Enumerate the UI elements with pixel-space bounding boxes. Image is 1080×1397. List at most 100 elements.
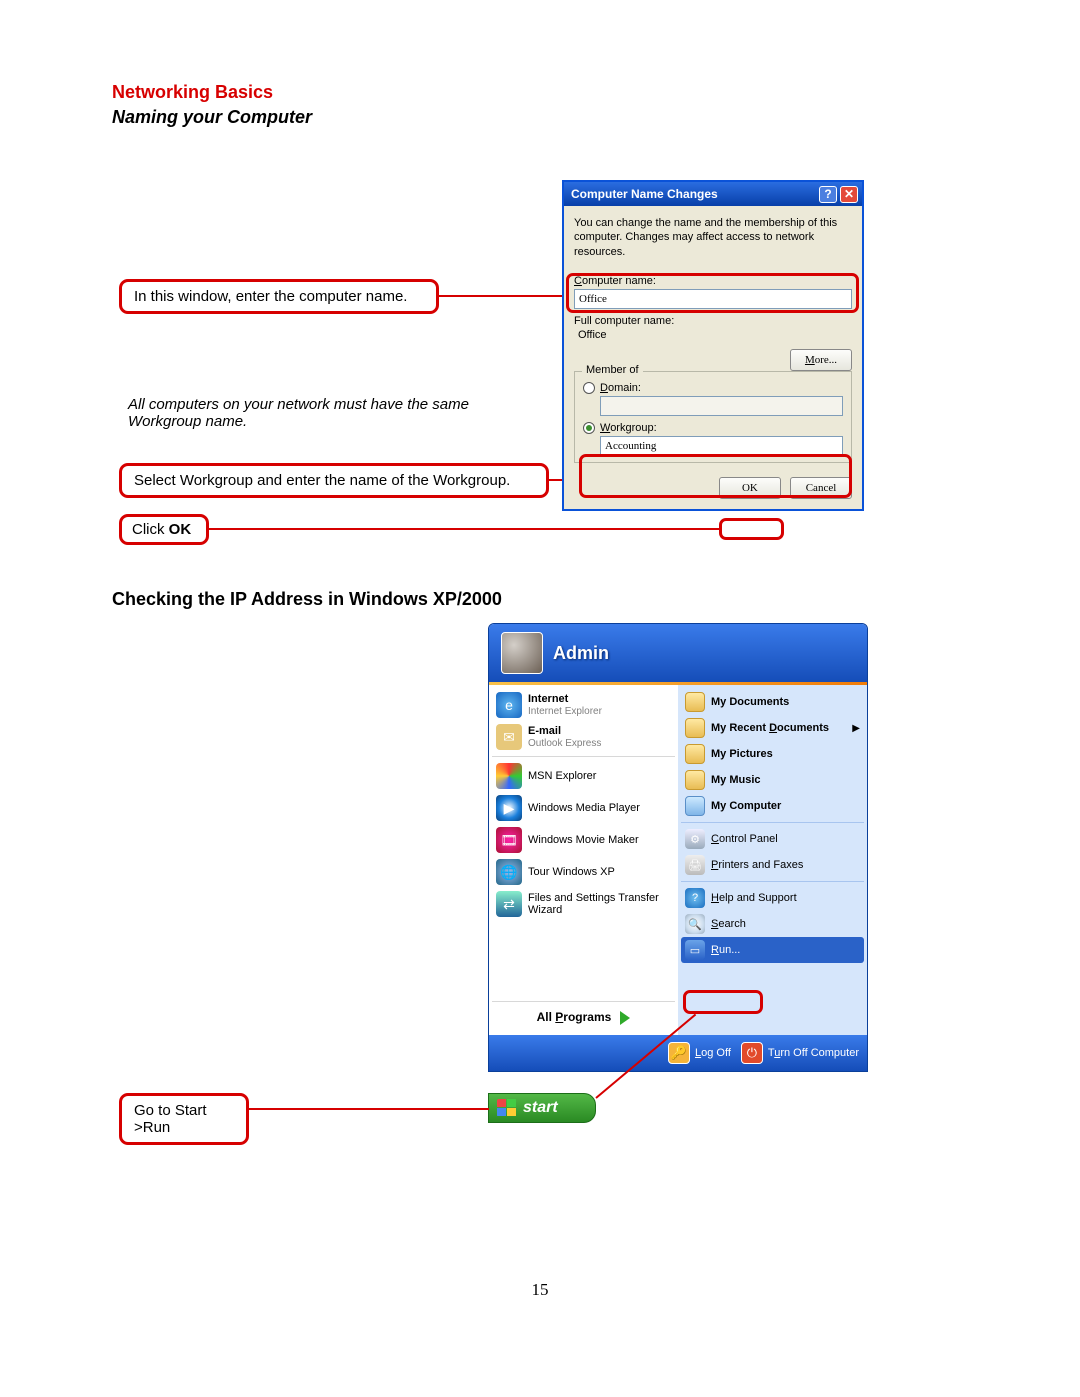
mydocs-label: My Documents <box>711 696 789 708</box>
help-icon[interactable]: ? <box>819 186 837 203</box>
logoff-button[interactable]: 🔑 Log Off <box>668 1042 731 1064</box>
menu-item-printers[interactable]: 🖨 Printers and Faxes <box>681 852 864 878</box>
cpanel-label: Control Panel <box>711 833 778 845</box>
document-page: Networking Basics Naming your Computer <box>112 82 968 128</box>
msn-icon <box>496 763 522 789</box>
highlight-workgroup <box>579 454 852 498</box>
full-computer-name-label: Full computer name: <box>574 315 852 327</box>
dialog-title: Computer Name Changes <box>571 187 718 201</box>
start-button-label: start <box>523 1099 558 1117</box>
dialog-titlebar[interactable]: Computer Name Changes ? ✕ <box>564 182 862 206</box>
fst-label: Files and Settings Transfer Wizard <box>528 892 671 916</box>
menu-item-my-computer[interactable]: My Computer <box>681 793 864 819</box>
section2-heading: Checking the IP Address in Windows XP/20… <box>112 589 502 610</box>
folder-icon <box>685 718 705 738</box>
callout-workgroup: Select Workgroup and enter the name of t… <box>119 463 549 498</box>
windows-flag-icon <box>497 1099 517 1117</box>
full-computer-name-value: Office <box>578 329 852 341</box>
menu-item-msn[interactable]: MSN Explorer <box>492 760 675 792</box>
power-icon: ⏻ <box>741 1042 763 1064</box>
tour-icon: 🌐 <box>496 859 522 885</box>
wmm-label: Windows Movie Maker <box>528 834 639 846</box>
internet-title: Internet <box>528 693 568 705</box>
start-menu-left-column: e InternetInternet Explorer ✉ E-mailOutl… <box>489 685 678 1035</box>
folder-icon <box>685 770 705 790</box>
callout-ok-bold: OK <box>169 521 192 538</box>
start-menu-right-column: My Documents My Recent Documents ▶ My Pi… <box>678 685 867 1035</box>
section-heading: Networking Basics <box>112 82 968 103</box>
folder-icon <box>685 744 705 764</box>
turnoff-button[interactable]: ⏻ Turn Off Computer <box>741 1042 859 1064</box>
email-sub: Outlook Express <box>528 738 601 749</box>
callout-ok-pre: Click <box>132 521 169 538</box>
more-button[interactable]: More... <box>790 349 852 371</box>
workgroup-input[interactable] <box>600 436 843 456</box>
internet-explorer-icon: e <box>496 692 522 718</box>
workgroup-radio[interactable] <box>583 422 595 434</box>
domain-radio[interactable] <box>583 382 595 394</box>
start-button[interactable]: start <box>488 1093 596 1123</box>
menu-item-email[interactable]: ✉ E-mailOutlook Express <box>492 721 675 753</box>
separator <box>681 822 864 823</box>
control-panel-icon: ⚙ <box>685 829 705 849</box>
menu-item-my-documents[interactable]: My Documents <box>681 689 864 715</box>
mymusic-label: My Music <box>711 774 761 786</box>
domain-input <box>600 396 843 416</box>
internet-sub: Internet Explorer <box>528 706 602 717</box>
menu-item-internet[interactable]: e InternetInternet Explorer <box>492 689 675 721</box>
run-icon: ▭ <box>685 940 705 960</box>
callout-start-run: Go to Start >Run <box>119 1093 249 1145</box>
connector-c3 <box>209 528 719 530</box>
search-icon: 🔍 <box>685 914 705 934</box>
connector-c1 <box>439 295 565 297</box>
highlight-computer-name <box>566 273 859 313</box>
section-subtitle: Naming your Computer <box>112 107 968 128</box>
computer-icon <box>685 796 705 816</box>
user-name: Admin <box>553 643 609 664</box>
search-label: Search <box>711 918 746 930</box>
menu-item-wmp[interactable]: ▶ Windows Media Player <box>492 792 675 824</box>
mypics-label: My Pictures <box>711 748 773 760</box>
wmp-label: Windows Media Player <box>528 802 640 814</box>
chevron-right-icon <box>620 1011 630 1025</box>
callout-ok: Click OK <box>119 514 209 545</box>
domain-label: Domain: <box>600 382 641 394</box>
start-menu-footer: 🔑 Log Off ⏻ Turn Off Computer <box>489 1035 867 1071</box>
tour-label: Tour Windows XP <box>528 866 615 878</box>
highlight-ok <box>719 518 784 540</box>
menu-item-run[interactable]: ▭ Run... <box>681 937 864 963</box>
run-label: Run... <box>711 944 740 956</box>
menu-item-my-music[interactable]: My Music <box>681 767 864 793</box>
email-title: E-mail <box>528 725 561 737</box>
turnoff-label: Turn Off Computer <box>768 1047 859 1059</box>
member-of-group: Member of Domain: Workgroup: <box>574 371 852 463</box>
recent-label: My Recent Documents <box>711 722 829 734</box>
menu-item-search[interactable]: 🔍 Search <box>681 911 864 937</box>
close-icon[interactable]: ✕ <box>840 186 858 203</box>
user-avatar-icon <box>501 632 543 674</box>
transfer-wizard-icon: ⇄ <box>496 891 522 917</box>
all-programs[interactable]: All Programs <box>492 1001 675 1031</box>
printer-icon: 🖨 <box>685 855 705 875</box>
mycomp-label: My Computer <box>711 800 781 812</box>
dialog-description: You can change the name and the membersh… <box>574 216 852 259</box>
workgroup-label: Workgroup: <box>600 422 657 434</box>
menu-item-control-panel[interactable]: ⚙ Control Panel <box>681 826 864 852</box>
menu-item-fst-wizard[interactable]: ⇄ Files and Settings Transfer Wizard <box>492 888 675 920</box>
menu-item-my-pictures[interactable]: My Pictures <box>681 741 864 767</box>
domain-radio-row[interactable]: Domain: <box>583 382 843 394</box>
page-number: 15 <box>0 1280 1080 1300</box>
chevron-right-icon: ▶ <box>852 723 860 734</box>
media-player-icon: ▶ <box>496 795 522 821</box>
all-programs-label: All Programs <box>537 1010 612 1024</box>
logoff-label: Log Off <box>695 1047 731 1059</box>
menu-item-recent-documents[interactable]: My Recent Documents ▶ <box>681 715 864 741</box>
separator <box>681 881 864 882</box>
workgroup-radio-row[interactable]: Workgroup: <box>583 422 843 434</box>
separator <box>492 756 675 757</box>
menu-item-movie-maker[interactable]: 🎞 Windows Movie Maker <box>492 824 675 856</box>
member-of-legend: Member of <box>582 364 643 376</box>
menu-item-help[interactable]: ? Help and Support <box>681 885 864 911</box>
highlight-run <box>683 990 763 1014</box>
menu-item-tour[interactable]: 🌐 Tour Windows XP <box>492 856 675 888</box>
